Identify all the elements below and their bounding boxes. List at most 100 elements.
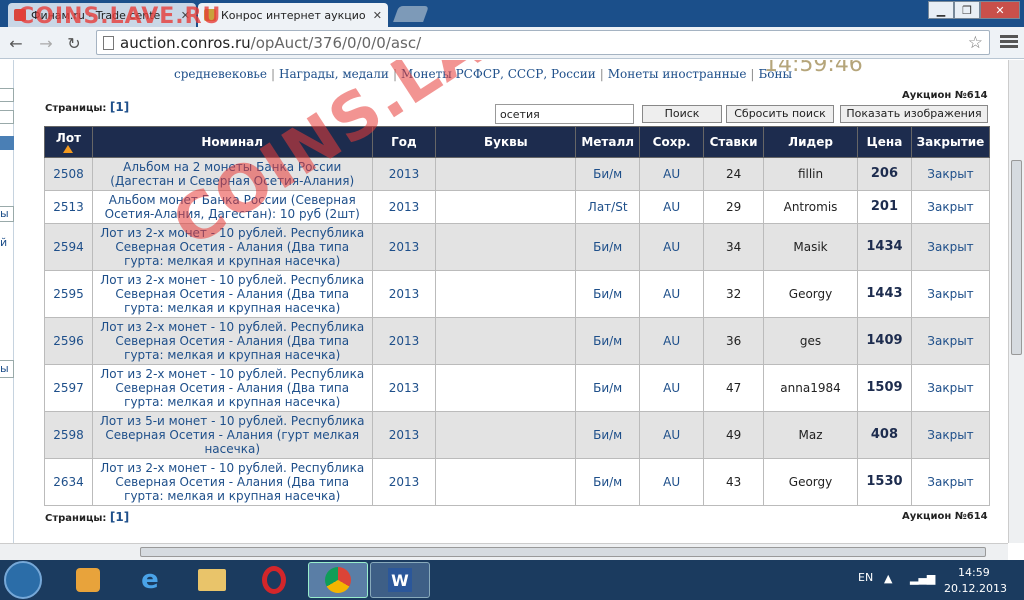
horizontal-scrollbar[interactable] (0, 543, 1008, 560)
lot-bids: 47 (703, 364, 765, 412)
col-metal[interactable]: Металл (575, 126, 641, 158)
lot-title[interactable]: Лот из 2-х монет - 10 рублей. Республика… (91, 270, 373, 318)
show-images-button[interactable]: Показать изображения (840, 105, 988, 123)
back-arrow-icon[interactable]: ← (6, 33, 26, 53)
lot-number[interactable]: 2597 (44, 364, 93, 412)
lot-price: 1409 (856, 317, 912, 365)
tab-close-icon[interactable]: ✕ (373, 9, 382, 22)
forward-arrow-icon[interactable]: → (36, 33, 56, 53)
lot-title[interactable]: Лот из 2-х монет - 10 рублей. Республика… (91, 223, 373, 271)
internet-explorer-icon[interactable]: e (120, 562, 180, 598)
url-text[interactable]: auction.conros.ru/opAuct/376/0/0/0/asc/ (120, 34, 421, 52)
lot-number[interactable]: 2634 (44, 458, 93, 506)
col-nominal[interactable]: Номинал (91, 126, 373, 158)
opera-icon[interactable] (244, 562, 304, 598)
page-link[interactable]: [1] (110, 100, 129, 114)
lot-letters (435, 317, 577, 365)
lot-number[interactable]: 2508 (44, 157, 93, 191)
bookmark-star-icon[interactable]: ☆ (968, 33, 983, 53)
lot-condition: AU (639, 364, 705, 412)
lot-title[interactable]: Лот из 2-х монет - 10 рублей. Республика… (91, 458, 373, 506)
col-year[interactable]: Год (371, 126, 437, 158)
lot-bids: 43 (703, 458, 765, 506)
lot-number[interactable]: 2513 (44, 190, 93, 224)
sort-asc-icon[interactable] (63, 145, 74, 153)
lot-closing: Закрыт (910, 364, 991, 412)
lot-number[interactable]: 2598 (44, 411, 93, 459)
col-price[interactable]: Цена (856, 126, 912, 158)
lot-price: 1434 (856, 223, 912, 271)
col-lot[interactable]: Лот (44, 126, 93, 158)
lot-letters (435, 223, 577, 271)
col-bids[interactable]: Ставки (703, 126, 765, 158)
auction-number-top: Аукцион №614 (902, 90, 988, 101)
category-nav: средневековье | Награды, медали | Монеты РСФ… (174, 67, 793, 81)
lot-bids: 36 (703, 317, 765, 365)
col-closing[interactable]: Закрытие (910, 126, 991, 158)
lot-title[interactable]: Лот из 5-и монет - 10 рублей. Республика… (91, 411, 373, 459)
lot-title[interactable]: Альбом на 2 монеты Банка России (Дагеста… (91, 157, 373, 191)
lot-title[interactable]: Альбом монет Банка России (Северная Осет… (91, 190, 373, 224)
lot-leader: ges (763, 317, 858, 365)
maximize-button[interactable]: ❐ (954, 1, 980, 19)
taskbar: e W EN ▲ ▂▄▆ 14:59 20.12.2013 (0, 560, 1024, 600)
nav-link-medieval[interactable]: средневековье (174, 67, 267, 81)
lot-metal: Би/м (575, 458, 641, 506)
lot-letters (435, 190, 577, 224)
tray-expand-icon[interactable]: ▲ (884, 572, 892, 585)
search-button[interactable]: Поиск (642, 105, 722, 123)
word-icon[interactable]: W (370, 562, 430, 598)
lot-title[interactable]: Лот из 2-х монет - 10 рублей. Республика… (91, 364, 373, 412)
address-bar[interactable]: auction.conros.ru/opAuct/376/0/0/0/asc/ … (96, 30, 990, 55)
file-explorer-icon[interactable] (182, 562, 242, 598)
col-condition[interactable]: Сохр. (639, 126, 705, 158)
lot-closing: Закрыт (910, 190, 991, 224)
lot-closing: Закрыт (910, 270, 991, 318)
col-letters[interactable]: Буквы (435, 126, 577, 158)
lot-bids: 29 (703, 190, 765, 224)
lot-bids: 32 (703, 270, 765, 318)
table-row: 2634 Лот из 2-х монет - 10 рублей. Респу… (44, 458, 991, 506)
side-box[interactable] (0, 110, 14, 124)
start-button[interactable] (4, 561, 42, 599)
col-leader[interactable]: Лидер (763, 126, 858, 158)
lot-year: 2013 (371, 364, 437, 412)
tray-date[interactable]: 20.12.2013 (944, 582, 1007, 595)
nav-link-foreign-coins[interactable]: Монеты иностранные (608, 67, 747, 81)
reload-icon[interactable]: ↻ (64, 33, 84, 53)
menu-icon[interactable] (1000, 33, 1018, 51)
lots-table: Лот Номинал Год Буквы Металл Сохр. Ставк… (44, 126, 991, 506)
language-indicator[interactable]: EN (858, 571, 873, 584)
side-box[interactable] (0, 88, 14, 102)
page-link[interactable]: [1] (110, 510, 129, 524)
side-glyph: й (0, 236, 8, 249)
lot-title[interactable]: Лот из 2-х монет - 10 рублей. Республика… (91, 317, 373, 365)
chrome-icon[interactable] (308, 562, 368, 598)
lot-number[interactable]: 2595 (44, 270, 93, 318)
tray-time[interactable]: 14:59 (958, 566, 990, 579)
close-window-button[interactable]: ✕ (980, 1, 1020, 19)
search-input[interactable] (495, 104, 634, 124)
vertical-scrollbar[interactable] (1008, 60, 1024, 543)
side-glyph: ы (0, 360, 14, 378)
media-player-icon[interactable] (58, 562, 118, 598)
table-row: 2595 Лот из 2-х монет - 10 рублей. Респу… (44, 270, 991, 318)
minimize-button[interactable]: ▁ (928, 1, 954, 19)
nav-link-medals[interactable]: Награды, медали (279, 67, 389, 81)
side-box[interactable] (0, 136, 14, 150)
lot-number[interactable]: 2594 (44, 223, 93, 271)
horizontal-scroll-thumb[interactable] (140, 547, 986, 557)
page-icon (103, 35, 114, 50)
auction-clock: 14:59:46 (764, 60, 863, 77)
tab-conros[interactable]: Конрос интернет аукцио ✕ (198, 3, 388, 27)
vertical-scroll-thumb[interactable] (1011, 160, 1022, 355)
lot-leader: Georgy (763, 458, 858, 506)
reset-search-button[interactable]: Сбросить поиск (726, 105, 834, 123)
new-tab-button[interactable] (393, 6, 429, 22)
lot-number[interactable]: 2596 (44, 317, 93, 365)
lot-metal: Би/м (575, 223, 641, 271)
page-content: ы й ы средневековье | Награды, медали | Моне… (0, 60, 1008, 543)
network-icon[interactable]: ▂▄▆ (910, 572, 935, 585)
lot-year: 2013 (371, 411, 437, 459)
nav-link-ussr-coins[interactable]: Монеты РСФСР, СССР, России (401, 67, 596, 81)
